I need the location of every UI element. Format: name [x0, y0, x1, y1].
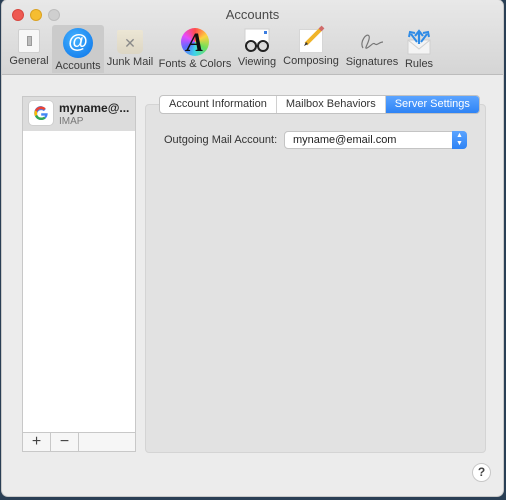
glasses-icon	[242, 28, 272, 54]
toolbar-item-label: Fonts & Colors	[158, 58, 232, 70]
account-name: myname@...	[59, 101, 130, 115]
toolbar-item-label: Rules	[404, 58, 434, 70]
pencil-paper-icon	[299, 25, 325, 53]
up-down-arrows-icon: ▲ ▼	[452, 131, 467, 149]
at-sign-icon: @	[63, 28, 93, 58]
outgoing-mail-account-select[interactable]: myname@email.com ▲ ▼	[284, 131, 467, 149]
tab-server-settings[interactable]: Server Settings	[385, 96, 479, 113]
toolbar-item-label: Junk Mail	[106, 56, 154, 68]
help-button[interactable]: ?	[472, 463, 491, 482]
toolbar-item-general[interactable]: General	[6, 25, 52, 73]
toolbar-item-accounts[interactable]: @ Accounts	[52, 25, 104, 73]
toolbar-item-composing[interactable]: Composing	[282, 25, 340, 73]
font-color-wheel-icon: A	[181, 28, 209, 57]
toolbar-item-viewing[interactable]: Viewing	[234, 25, 280, 73]
toolbar-item-label: Accounts	[55, 60, 101, 72]
tab-account-information[interactable]: Account Information	[160, 96, 277, 113]
add-account-button[interactable]: +	[23, 433, 51, 451]
google-icon	[29, 101, 53, 125]
tab-mailbox-behaviors[interactable]: Mailbox Behaviors	[277, 96, 386, 113]
rules-envelope-icon	[405, 28, 433, 56]
account-tabs: Account Information Mailbox Behaviors Se…	[159, 95, 480, 114]
toolbar-item-label: General	[9, 55, 49, 67]
toolbar-item-signatures[interactable]: Signatures	[342, 25, 402, 73]
toolbar-item-label: Viewing	[237, 56, 277, 68]
account-list-footer: + −	[22, 432, 136, 452]
window-title: Accounts	[225, 7, 280, 22]
toolbar: Accounts General @ Accounts ✕ Junk Mail …	[2, 0, 503, 75]
general-switch-icon	[18, 29, 40, 53]
toolbar-item-junk-mail[interactable]: ✕ Junk Mail	[104, 25, 156, 73]
remove-account-button[interactable]: −	[51, 433, 79, 451]
outgoing-mail-account-label: Outgoing Mail Account:	[164, 134, 278, 146]
toolbar-item-label: Signatures	[345, 56, 399, 68]
toolbar-item-fonts-colors[interactable]: A Fonts & Colors	[157, 25, 233, 73]
outgoing-mail-account-value: myname@email.com	[293, 134, 397, 146]
account-row[interactable]: myname@... IMAP	[23, 97, 135, 131]
junk-bin-icon: ✕	[117, 30, 143, 54]
toolbar-item-rules[interactable]: Rules	[402, 25, 436, 73]
account-type: IMAP	[59, 116, 84, 127]
toolbar-item-label: Composing	[283, 55, 339, 67]
preferences-window: Accounts General @ Accounts ✕ Junk Mail …	[2, 0, 503, 496]
signature-icon	[357, 28, 387, 54]
account-list[interactable]: myname@... IMAP	[22, 96, 136, 433]
settings-panel	[145, 104, 486, 453]
